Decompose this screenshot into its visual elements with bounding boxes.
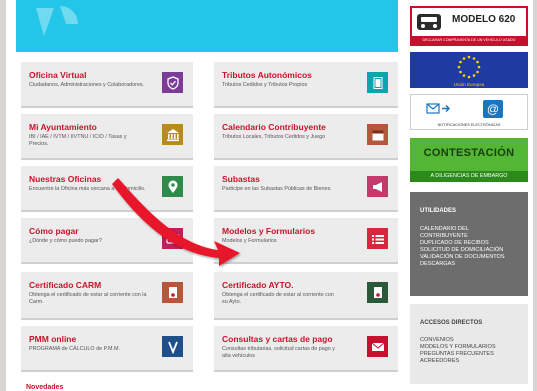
certificate-icon [162,282,183,303]
novedades-heading: Novedades [26,384,64,391]
service-card-description: Encuentre la Oficina más cercana a su do… [29,186,146,192]
service-card-title[interactable]: Oficina Virtual [29,70,86,80]
utilidades-item[interactable]: VALIDACIÓN DE DOCUMENTOS [420,254,505,261]
utilidades-panel: UTILIDADES CALENDARIO DEL CONTRIBUYENTE … [410,192,528,296]
utilidades-item[interactable]: CONTRIBUYENTE [420,233,505,240]
eu-banner[interactable]: Unión Europea [410,52,528,88]
service-card-description: Obtenga el certificado de estar al corri… [222,292,334,305]
list-icon [367,228,388,249]
at-sign-icon: @ [483,100,503,118]
modelo-620-banner[interactable]: MODELO 620 DECLARAR COMPRAVENTA DE UN VE… [410,6,528,46]
utilidades-item[interactable]: CALENDARIO DEL [420,226,505,233]
svg-text:@: @ [487,102,499,116]
book-icon [367,72,388,93]
service-card[interactable]: Subastas Participe en las Subastas Públic… [214,166,398,212]
notificaciones-label: NOTIFICACIONES ELECTRÓNICAS [437,123,501,127]
service-card-title[interactable]: PMM online [29,334,76,344]
service-card-title[interactable]: Cómo pagar [29,226,79,236]
eu-label: Unión Europea [453,82,485,87]
accesos-list: CONVENIOS MODELOS Y FORMULARIOS PREGUNTA… [420,337,496,365]
certificate-icon [367,282,388,303]
service-card[interactable]: Modelos y Formularios Modelos y Formulari… [214,218,398,264]
service-card[interactable]: Tributos Autonómicos Tributos Cedidos y T… [214,62,398,108]
v-logo-icon [162,336,183,357]
service-card-title[interactable]: Tributos Autonómicos [222,70,312,80]
service-card-title[interactable]: Certificado AYTO. [222,280,293,290]
contestacion-title: CONTESTACIÓN [423,147,515,159]
accesos-item[interactable]: PREGUNTAS FRECUENTES [420,351,496,358]
map-pin-icon [162,176,183,197]
notificaciones-banner[interactable]: @ NOTIFICACIONES ELECTRÓNICAS [410,94,528,130]
service-card-description: Ciudadanos, Administraciones y Colaborad… [29,82,145,88]
utilidades-title: UTILIDADES [420,208,456,214]
megaphone-icon [367,176,388,197]
service-card-title[interactable]: Nuestras Oficinas [29,174,101,184]
service-card[interactable]: PMM online PROGRAMA de CÁLCULO de P.M.M. [21,326,193,372]
service-card-description: PROGRAMA de CÁLCULO de P.M.M. [29,346,120,352]
car-icon [417,14,441,30]
credit-card-icon [162,228,183,249]
town-hall-icon [162,124,183,145]
service-card-description: Participe en las Subastas Públicas de Bi… [222,186,332,192]
eu-stars-icon [457,55,481,79]
service-card-description: Obtenga el certificado de estar al corri… [29,292,147,305]
service-card-title[interactable]: Modelos y Formularios [222,226,315,236]
utilidades-item[interactable]: DESCARGAS [420,261,505,268]
service-card[interactable]: Certificado CARM Obtenga el certificado d… [21,272,193,320]
accesos-panel: ACCESOS DIRECTOS CONVENIOS MODELOS Y FOR… [410,304,528,384]
service-card-title[interactable]: Calendario Contribuyente [222,122,326,132]
envelope-arrow-icon [426,103,451,114]
contestacion-banner[interactable]: CONTESTACIÓN A DILIGENCIAS DE EMBARGO [410,138,528,182]
service-card-description: Consultas tributarias, solicitud cartas … [222,346,335,359]
service-card-title[interactable]: Certificado CARM [29,280,101,290]
service-card[interactable]: Oficina Virtual Ciudadanos, Administracio… [21,62,193,108]
service-card[interactable]: Certificado AYTO. Obtenga el certificado … [214,272,398,320]
service-card[interactable]: Nuestras Oficinas Encuentre la Oficina má… [21,166,193,212]
utilidades-item[interactable]: DUPLICADO DE RECIBOS [420,240,505,247]
utilidades-item[interactable]: SOLICITUD DE DOMICILIACIÓN [420,247,505,254]
service-card[interactable]: Mi Ayuntamiento IBI / IAE / IVTM / IIVTNU… [21,114,193,160]
watermark-logo-icon [36,6,78,36]
service-card-description: Modelos y Formularios [222,238,277,244]
accesos-item[interactable]: CONVENIOS [420,337,496,344]
shield-check-icon [162,72,183,93]
accesos-title: ACCESOS DIRECTOS [420,320,483,326]
service-card-title[interactable]: Subastas [222,174,260,184]
service-card[interactable]: Calendario Contribuyente Tributos Locales… [214,114,398,160]
service-card[interactable]: Consultas y cartas de pago Consultas trib… [214,326,398,372]
service-card-title[interactable]: Consultas y cartas de pago [222,334,333,344]
utilidades-list: CALENDARIO DEL CONTRIBUYENTE DUPLICADO D… [420,226,505,268]
service-card-description: Tributos Locales, Tributos Cedidos y Jue… [222,134,326,140]
service-card-description: IBI / IAE / IVTM / IIVTNU / ICIO / Tasas… [29,134,127,147]
contestacion-subtitle: A DILIGENCIAS DE EMBARGO [410,171,528,182]
service-card-title[interactable]: Mi Ayuntamiento [29,122,97,132]
modelo-620-title: MODELO 620 [452,14,516,25]
accesos-item[interactable]: ACREEDORES [420,358,496,365]
service-card-description: Tributos Cedidos y Tributos Propios [222,82,308,88]
envelope-icon [367,336,388,357]
calendar-icon [367,124,388,145]
service-card[interactable]: Cómo pagar ¿Dónde y cómo puedo pagar? [21,218,193,264]
modelo-620-subtitle: DECLARAR COMPRAVENTA DE UN VEHÍCULO USAD… [412,36,526,44]
service-card-description: ¿Dónde y cómo puedo pagar? [29,238,102,244]
accesos-item[interactable]: MODELOS Y FORMULARIOS [420,344,496,351]
hero-banner [16,0,398,52]
